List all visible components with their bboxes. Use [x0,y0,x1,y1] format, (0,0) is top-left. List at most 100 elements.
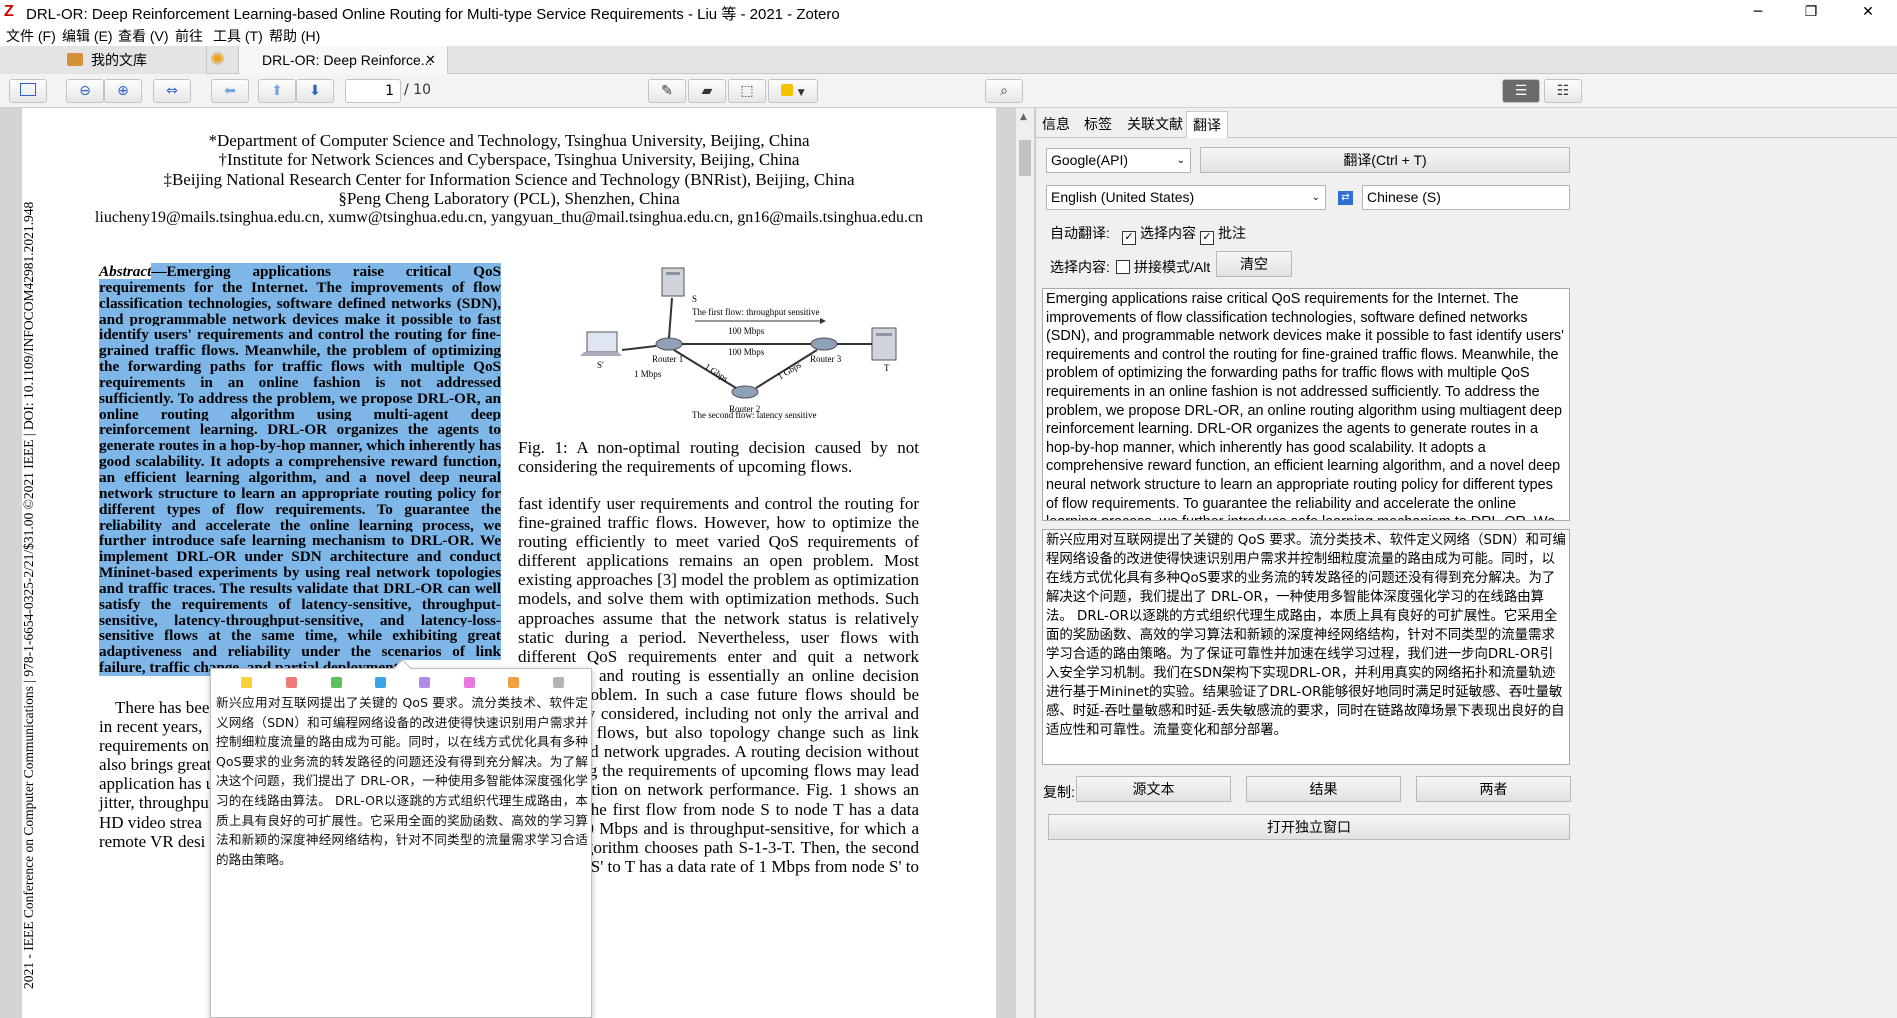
bandwidth-1g-right: 1 Gbps [776,359,804,381]
checkmark-icon: ✓ [1200,231,1214,245]
swap-languages-icon[interactable]: ⇄ [1338,191,1353,205]
area-tool-button[interactable]: ⬚ [728,79,766,103]
menu-help[interactable]: 帮助 (H) [269,26,320,46]
menu-tools[interactable]: 工具 (T) [213,26,263,46]
toggle-sidebar-button[interactable] [9,79,47,103]
tab-tags[interactable]: 标签 [1078,111,1118,137]
auto-translate-selection-checkbox[interactable]: ✓ 选择内容 [1122,223,1196,245]
scroll-up-icon[interactable]: ▲ [1020,112,1027,122]
color-swatch-icon [781,84,794,96]
server-t-icon [871,327,897,361]
color-picker-button[interactable]: ▼ [768,79,818,103]
auto-translate-annotation-checkbox[interactable]: ✓ 批注 [1200,223,1246,245]
zoom-in-button[interactable]: ⊕ [104,79,142,103]
tab-translate[interactable]: 翻译 [1186,111,1228,138]
source-text: Emerging applications raise critical QoS… [1046,291,1564,520]
note-icon: ▰ [701,83,713,99]
menu-edit[interactable]: 编辑 (E) [62,26,113,46]
page-number-input[interactable]: 1 [345,79,401,103]
copy-both-button[interactable]: 两者 [1416,776,1571,802]
color-blue-button[interactable] [375,677,386,688]
laptop-s-prime-icon [580,331,622,356]
list-icon: ☰ [1514,83,1528,99]
menu-file[interactable]: 文件 (F) [6,26,56,46]
color-red-button[interactable] [286,677,297,688]
affiliation-3: ‡Beijing National Research Center for In… [163,170,855,189]
selection-popup[interactable]: 新兴应用对互联网提出了关键的 QoS 要求。流分类技术、软件定义网络（SDN）和… [210,659,592,1018]
popup-translation-text: 新兴应用对互联网提出了关键的 QoS 要求。流分类技术、软件定义网络（SDN）和… [216,695,588,867]
fit-width-button[interactable]: ⇔ [153,79,191,103]
bandwidth-1m: 1 Mbps [634,369,662,379]
pen-icon: ✎ [661,83,673,99]
affiliation-2: †Institute for Network Sciences and Cybe… [218,150,800,169]
chevron-down-icon: ⌄ [1176,155,1185,166]
affiliation-1: *Department of Computer Science and Tech… [208,131,810,150]
close-window-button[interactable]: ✕ [1845,0,1891,24]
abstract-text-highlighted[interactable]: —Emerging applications raise critical Qo… [99,263,501,677]
color-orange-button[interactable] [508,677,519,688]
copy-result-button[interactable]: 结果 [1246,776,1401,802]
back-button[interactable]: ⬅ [211,79,249,103]
engine-select[interactable]: Google(API) ⌄ [1046,148,1191,173]
arrow-down-icon: ⬇ [309,83,321,99]
author-emails: liucheny19@mails.tsinghua.edu.cn, xumw@t… [94,209,924,226]
zoom-out-button[interactable]: ⊖ [66,79,104,103]
minimize-button[interactable]: ─ [1735,0,1781,24]
library-folder-icon [67,53,83,66]
color-gray-button[interactable] [553,677,564,688]
zoom-out-icon: ⊖ [79,83,91,99]
menu-go[interactable]: 前往 [175,26,203,46]
tab-document[interactable]: DRL-OR: Deep Reinforce... ✕ [238,46,448,74]
tab-library[interactable]: 我的文库 [0,46,207,74]
toggle-context-pane-button[interactable]: ☰ [1502,79,1540,103]
source-language-select[interactable]: English (United States) ⌄ [1046,185,1326,210]
color-green-button[interactable] [331,677,342,688]
source-text-area[interactable]: Emerging applications raise critical QoS… [1042,288,1570,521]
clear-button[interactable]: 清空 [1216,251,1292,277]
zoom-in-icon: ⊕ [117,83,129,99]
router-1-label: Router 1 [652,354,683,364]
checkbox-label: 拼接模式/Alt [1134,259,1211,275]
tab-close-icon[interactable]: ✕ [425,46,436,74]
sidebar-icon [20,83,36,96]
page-total: / 10 [404,82,431,98]
next-page-button[interactable]: ⬇ [296,79,334,103]
copy-source-button[interactable]: 源文本 [1076,776,1231,802]
server-s-icon [661,267,685,297]
abstract[interactable]: Abstract—Emerging applications raise cri… [99,263,501,677]
highlight-tool-button[interactable]: ✎ [648,79,686,103]
search-button[interactable]: ⌕ [985,79,1023,103]
concat-mode-checkbox[interactable]: 拼接模式/Alt [1116,257,1210,277]
color-purple-button[interactable] [419,677,430,688]
tab-info[interactable]: 信息 [1036,111,1076,137]
node-t-label: T [884,363,890,373]
figure-1-network-diagram: The first flow: throughput sensitive The… [580,267,897,420]
router-3-icon [810,337,838,351]
tab-related[interactable]: 关联文献 [1121,111,1189,137]
figure-caption: Fig. 1: A non-optimal routing decision c… [518,438,919,476]
result-text: 新兴应用对互联网提出了关键的 QoS 要求。流分类技术、软件定义网络（SDN）和… [1046,533,1566,738]
previous-page-button[interactable]: ⬆ [258,79,296,103]
color-magenta-button[interactable] [464,677,475,688]
target-language-select[interactable]: Chinese (S) [1362,185,1570,210]
zotero-logo-icon: Z [4,3,14,20]
note-tool-button[interactable]: ▰ [688,79,726,103]
scrollbar-thumb[interactable] [1019,140,1031,176]
copy-label: 复制: [1043,784,1075,800]
document-scrollbar[interactable]: ▲ [1016,108,1034,1018]
plugin-star-icon[interactable]: ✺ [206,46,232,74]
context-pane: 信息 标签 关联文献 翻译 Google(API) ⌄ 翻译(Ctrl + T)… [1035,108,1897,1018]
arrow-left-icon: ⬅ [224,83,236,99]
open-standalone-window-button[interactable]: 打开独立窗口 [1048,814,1570,840]
color-yellow-button[interactable] [241,677,252,688]
checkbox-empty [1116,260,1130,274]
target-language-value: Chinese (S) [1367,189,1441,205]
menu-view[interactable]: 查看 (V) [118,26,169,46]
router-3-label: Router 3 [810,354,842,364]
result-text-area[interactable]: 新兴应用对互联网提出了关键的 QoS 要求。流分类技术、软件定义网络（SDN）和… [1042,529,1570,765]
translate-button[interactable]: 翻译(Ctrl + T) [1200,147,1570,173]
maximize-button[interactable]: ❐ [1788,0,1834,24]
notes-pane-button[interactable]: ☷ [1544,79,1582,103]
node-s-prime-label: S' [597,360,604,370]
tab-library-label: 我的文库 [91,52,147,68]
